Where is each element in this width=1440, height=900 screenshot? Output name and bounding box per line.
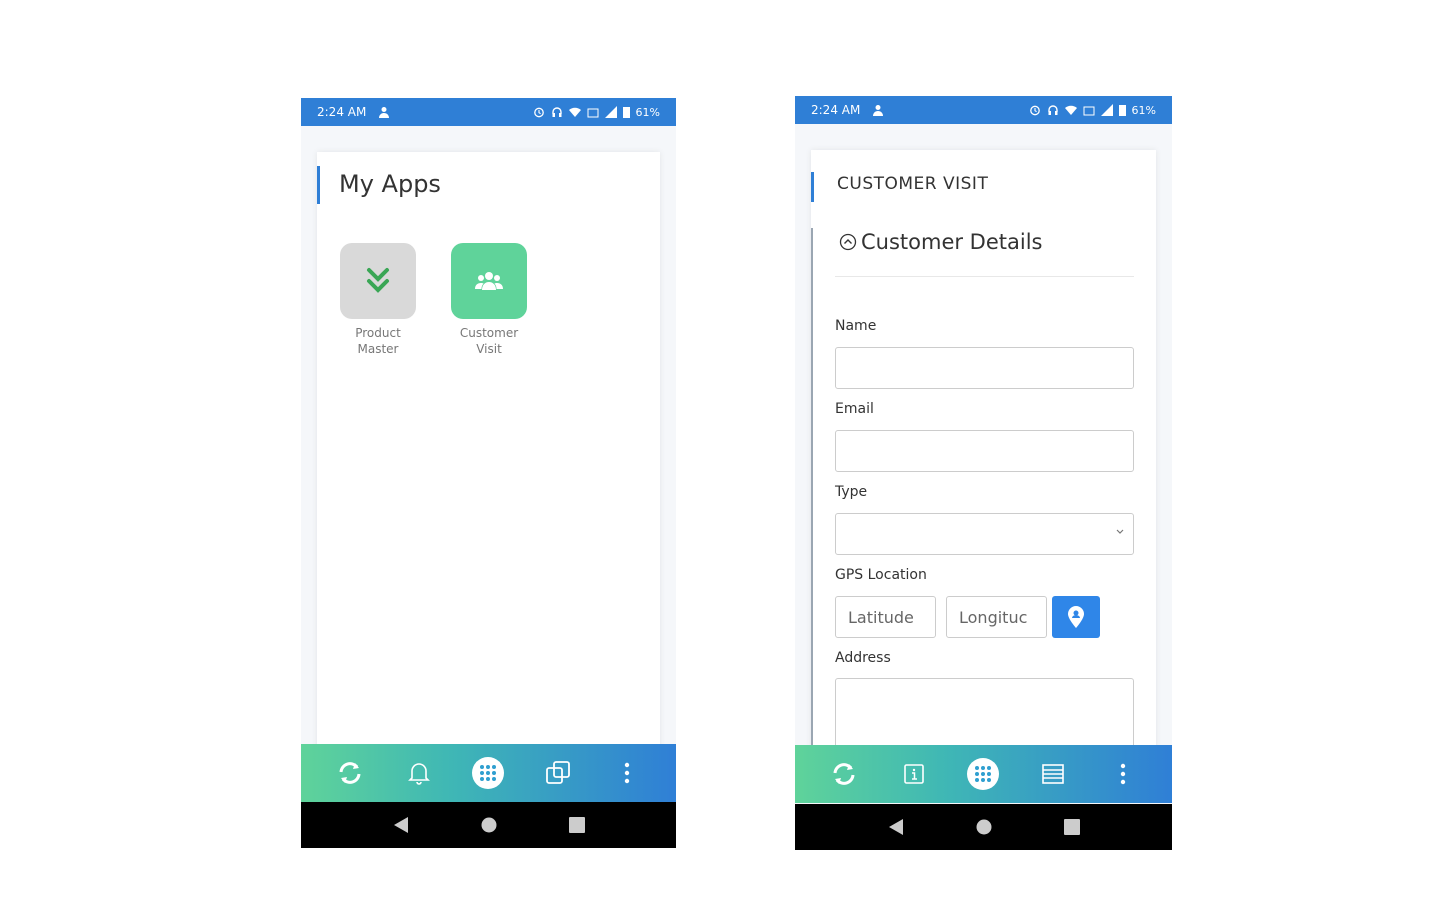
wifi-icon xyxy=(1064,105,1077,115)
back-icon[interactable] xyxy=(393,816,409,834)
status-bar: 2:24 AM 61% xyxy=(301,98,676,126)
bell-icon xyxy=(408,763,431,785)
battery-level: 61% xyxy=(635,105,660,119)
status-time: 2:24 AM xyxy=(811,103,861,117)
longitude-input[interactable]: Longituc xyxy=(946,596,1047,638)
map-pin-icon xyxy=(1068,606,1084,628)
double-chevron-down-icon xyxy=(367,268,389,293)
customer-visit-card: CUSTOMER VISIT Customer Details Name Ema… xyxy=(811,150,1156,788)
volte-icon xyxy=(587,108,599,118)
title-accent xyxy=(317,166,320,204)
recents-icon[interactable] xyxy=(568,817,585,833)
app-label-line2: Master xyxy=(357,342,399,356)
section-accent xyxy=(811,228,813,788)
sync-icon xyxy=(833,763,855,785)
users-icon xyxy=(475,272,503,290)
app-tile-product-master[interactable] xyxy=(340,243,416,319)
signal-icon xyxy=(604,106,617,118)
alarm-icon xyxy=(533,107,544,118)
list-icon xyxy=(1042,764,1065,784)
type-select[interactable] xyxy=(835,513,1134,555)
more-button[interactable] xyxy=(1103,754,1143,794)
email-input[interactable] xyxy=(835,430,1134,472)
section-title: Customer Details xyxy=(861,230,1043,254)
home-icon[interactable] xyxy=(481,817,497,833)
recents-icon[interactable] xyxy=(1063,819,1080,835)
back-icon[interactable] xyxy=(888,818,904,836)
section-divider xyxy=(835,276,1134,277)
home-icon[interactable] xyxy=(976,819,992,835)
section-header-customer-details[interactable]: Customer Details xyxy=(839,230,1042,254)
gps-label: GPS Location xyxy=(835,567,927,583)
app-label-line1: Customer xyxy=(459,326,519,340)
email-label: Email xyxy=(835,401,874,417)
list-button[interactable] xyxy=(1033,754,1073,794)
notifications-button[interactable] xyxy=(399,753,439,793)
headset-icon xyxy=(1047,105,1058,115)
apps-button[interactable] xyxy=(963,754,1003,794)
name-input[interactable] xyxy=(835,347,1134,389)
collapse-chevron-up-icon xyxy=(839,233,857,251)
apps-button[interactable] xyxy=(468,753,508,793)
more-button[interactable] xyxy=(607,753,647,793)
system-nav-bar xyxy=(301,802,676,848)
my-apps-card: My Apps Product Master Customer Visit xyxy=(317,152,660,752)
copy-button[interactable] xyxy=(538,753,578,793)
app-label-line2: Visit xyxy=(476,342,502,356)
system-nav-bar xyxy=(795,804,1172,850)
info-button[interactable] xyxy=(894,754,934,794)
battery-level: 61% xyxy=(1131,103,1156,117)
phone-my-apps: 2:24 AM 61% My Apps Product Master Custo… xyxy=(301,98,676,848)
sync-button[interactable] xyxy=(824,754,864,794)
app-label: Product Master xyxy=(340,325,416,357)
person-icon xyxy=(379,107,390,118)
title-accent xyxy=(811,172,814,202)
app-product-master[interactable]: Product Master xyxy=(340,243,416,357)
app-customer-visit[interactable]: Customer Visit xyxy=(451,243,527,357)
battery-icon xyxy=(1118,105,1126,116)
bottom-nav xyxy=(795,745,1172,803)
copy-icon xyxy=(545,761,570,784)
type-label: Type xyxy=(835,484,868,500)
more-vertical-icon xyxy=(625,762,630,784)
alarm-icon xyxy=(1029,105,1040,116)
apps-grid-icon xyxy=(967,758,1000,790)
app-label-line1: Product xyxy=(355,326,401,340)
page-title: My Apps xyxy=(339,170,441,198)
bottom-nav xyxy=(301,744,676,802)
wifi-icon xyxy=(568,107,581,117)
signal-icon xyxy=(1100,104,1113,116)
app-label: Customer Visit xyxy=(451,325,527,357)
battery-icon xyxy=(622,107,630,118)
address-label: Address xyxy=(835,650,891,666)
get-location-button[interactable] xyxy=(1052,596,1100,638)
status-bar: 2:24 AM 61% xyxy=(795,96,1172,124)
sync-button[interactable] xyxy=(330,753,370,793)
chevron-down-icon xyxy=(1116,529,1124,534)
info-icon xyxy=(903,764,924,784)
latitude-input[interactable]: Latitude xyxy=(835,596,936,638)
page-title: CUSTOMER VISIT xyxy=(837,174,989,194)
headset-icon xyxy=(551,107,562,117)
more-vertical-icon xyxy=(1120,763,1126,785)
phone-customer-visit: 2:24 AM 61% CUSTOMER VISIT Customer Deta… xyxy=(795,96,1172,850)
person-icon xyxy=(873,105,884,116)
name-label: Name xyxy=(835,318,877,334)
app-tile-customer-visit[interactable] xyxy=(451,243,527,319)
sync-icon xyxy=(339,762,361,784)
volte-icon xyxy=(1083,106,1095,116)
apps-grid-icon xyxy=(472,757,505,789)
status-time: 2:24 AM xyxy=(317,105,367,119)
